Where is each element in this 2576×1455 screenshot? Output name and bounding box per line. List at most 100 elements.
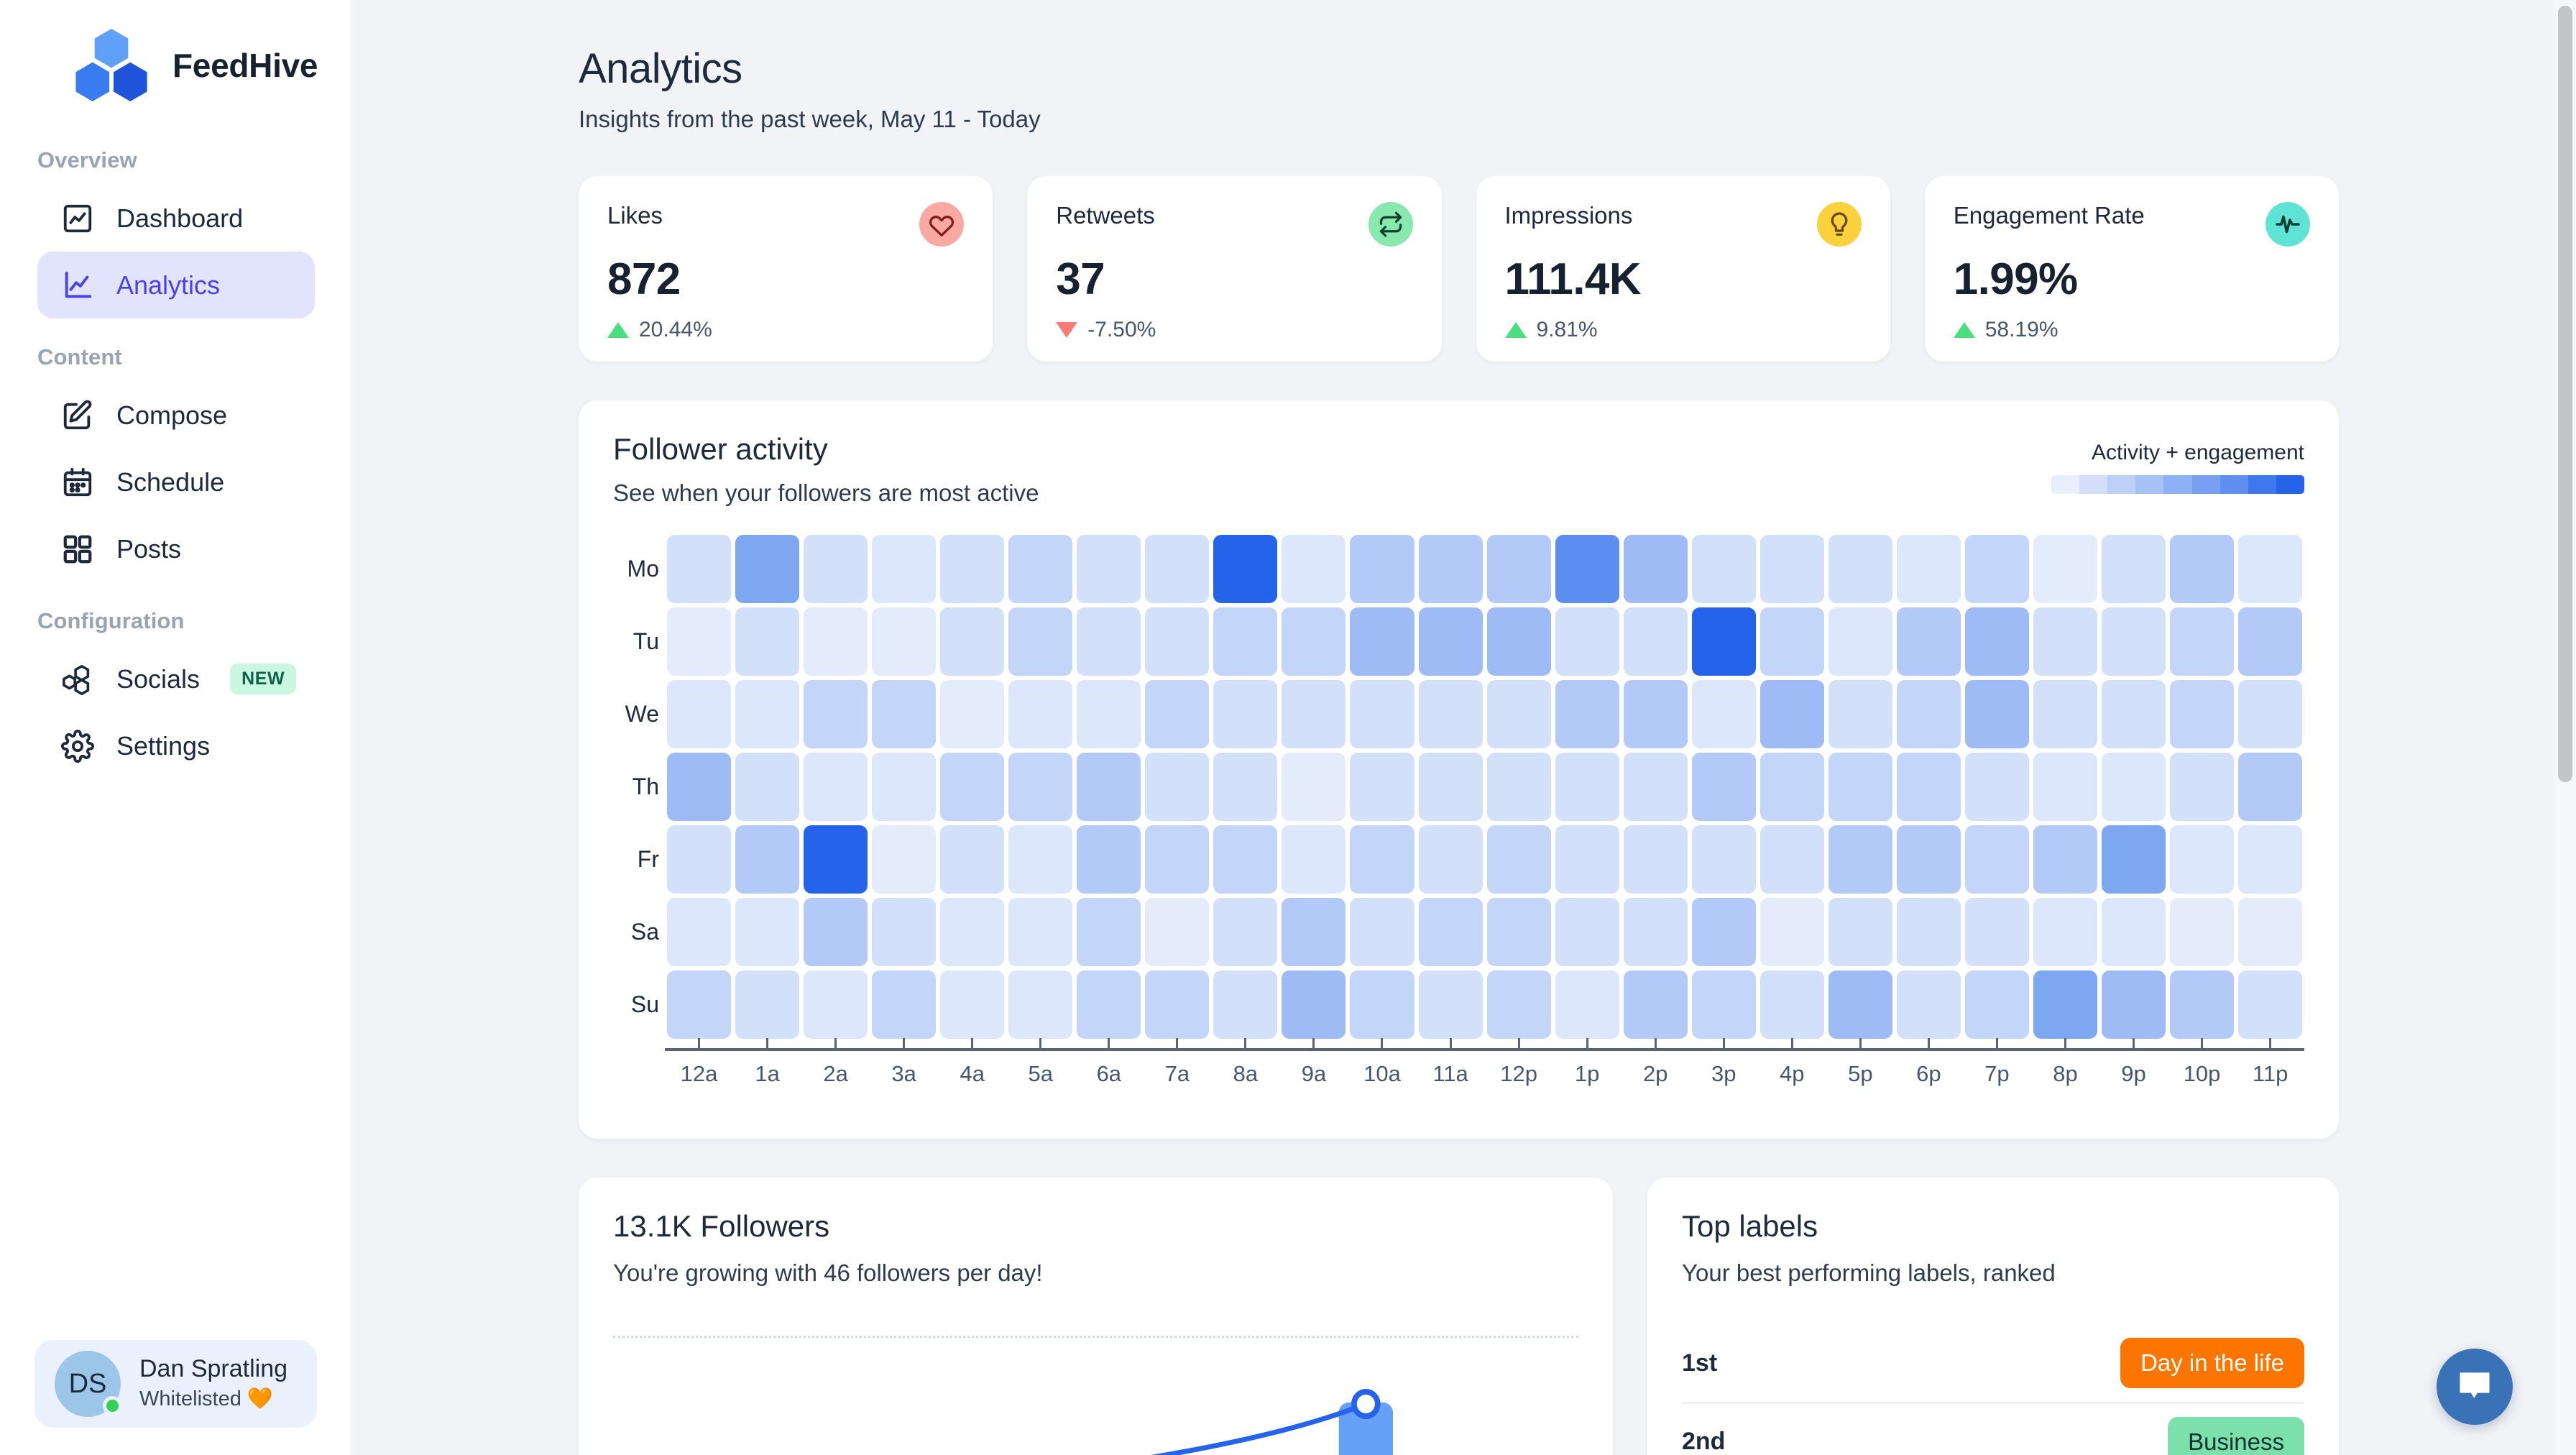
heatmap-cell[interactable] <box>2033 970 2097 1039</box>
heatmap-cell[interactable] <box>940 607 1005 676</box>
heatmap-cell[interactable] <box>1555 825 1619 894</box>
heatmap-cell[interactable] <box>1828 607 1892 676</box>
sidebar-item-analytics[interactable]: Analytics <box>37 252 315 318</box>
heatmap-cell[interactable] <box>940 825 1005 894</box>
heatmap-cell[interactable] <box>1418 825 1483 894</box>
heatmap-cell[interactable] <box>667 680 732 748</box>
heatmap-cell[interactable] <box>2101 680 2166 748</box>
heatmap-cell[interactable] <box>804 607 868 676</box>
heatmap-cell[interactable] <box>1077 607 1141 676</box>
heatmap-cell[interactable] <box>940 970 1005 1039</box>
heatmap-cell[interactable] <box>1486 825 1551 894</box>
heatmap-cell[interactable] <box>1350 970 1414 1039</box>
heatmap-cell[interactable] <box>1555 970 1619 1039</box>
heatmap-cell[interactable] <box>1213 825 1278 894</box>
heatmap-cell[interactable] <box>872 535 937 603</box>
heatmap-cell[interactable] <box>940 535 1005 603</box>
heatmap-cell[interactable] <box>804 970 868 1039</box>
heatmap-cell[interactable] <box>1008 535 1073 603</box>
heatmap-cell[interactable] <box>872 753 937 821</box>
heatmap-cell[interactable] <box>2170 825 2235 894</box>
heatmap-cell[interactable] <box>667 825 732 894</box>
heatmap-cell[interactable] <box>1691 970 1756 1039</box>
table-row[interactable]: 2nd Business <box>1682 1402 2304 1455</box>
heatmap-cell[interactable] <box>872 970 937 1039</box>
heatmap-cell[interactable] <box>1213 607 1278 676</box>
heatmap-cell[interactable] <box>2101 825 2166 894</box>
heatmap-cell[interactable] <box>1077 898 1141 966</box>
heatmap-cell[interactable] <box>1213 753 1278 821</box>
heatmap-cell[interactable] <box>1828 970 1892 1039</box>
heatmap-cell[interactable] <box>735 825 800 894</box>
heatmap-cell[interactable] <box>2033 680 2097 748</box>
scrollbar[interactable] <box>2554 0 2576 1455</box>
heatmap-cell[interactable] <box>667 970 732 1039</box>
heatmap-cell[interactable] <box>735 753 800 821</box>
heatmap-cell[interactable] <box>735 535 800 603</box>
sidebar-item-dashboard[interactable]: Dashboard <box>37 185 315 252</box>
user-profile-card[interactable]: DS Dan Spratling Whitelisted 🧡 <box>34 1340 317 1428</box>
heatmap-cell[interactable] <box>1077 970 1141 1039</box>
heatmap-cell[interactable] <box>940 680 1005 748</box>
heatmap-cell[interactable] <box>2170 535 2235 603</box>
heatmap-cell[interactable] <box>2101 607 2166 676</box>
heatmap-cell[interactable] <box>1486 607 1551 676</box>
heatmap-cell[interactable] <box>1077 825 1141 894</box>
heatmap-cell[interactable] <box>2033 898 2097 966</box>
heatmap-cell[interactable] <box>1691 607 1756 676</box>
heatmap-cell[interactable] <box>1623 825 1688 894</box>
heatmap-cell[interactable] <box>2238 970 2303 1039</box>
heatmap-cell[interactable] <box>2238 535 2303 603</box>
heatmap-cell[interactable] <box>1691 535 1756 603</box>
heatmap-cell[interactable] <box>1145 753 1210 821</box>
heatmap-cell[interactable] <box>1896 970 1961 1039</box>
heatmap-cell[interactable] <box>2033 825 2097 894</box>
scrollbar-thumb[interactable] <box>2558 6 2572 782</box>
heatmap-cell[interactable] <box>1486 535 1551 603</box>
heatmap-cell[interactable] <box>2238 825 2303 894</box>
heatmap-cell[interactable] <box>1282 680 1346 748</box>
heatmap-cell[interactable] <box>2238 607 2303 676</box>
heatmap-cell[interactable] <box>1213 680 1278 748</box>
heatmap-cell[interactable] <box>735 607 800 676</box>
heatmap-cell[interactable] <box>1486 753 1551 821</box>
heatmap-cell[interactable] <box>1145 970 1210 1039</box>
heatmap-cell[interactable] <box>1418 607 1483 676</box>
heatmap-cell[interactable] <box>667 607 732 676</box>
heatmap-cell[interactable] <box>1282 535 1346 603</box>
heatmap-cell[interactable] <box>1145 825 1210 894</box>
heatmap-cell[interactable] <box>1418 970 1483 1039</box>
heatmap-cell[interactable] <box>1760 825 1824 894</box>
heatmap-cell[interactable] <box>1282 607 1346 676</box>
stat-card-engagement-rate[interactable]: Engagement Rate 1.99% 58.19% <box>1924 176 2339 362</box>
heatmap-cell[interactable] <box>1691 680 1756 748</box>
heatmap-cell[interactable] <box>2033 607 2097 676</box>
heatmap-cell[interactable] <box>2170 680 2235 748</box>
heatmap-cell[interactable] <box>1691 753 1756 821</box>
heatmap-cell[interactable] <box>1896 753 1961 821</box>
heatmap-cell[interactable] <box>872 898 937 966</box>
heatmap-cell[interactable] <box>2101 898 2166 966</box>
heatmap-cell[interactable] <box>1760 898 1824 966</box>
heatmap-cell[interactable] <box>1350 753 1414 821</box>
heatmap-cell[interactable] <box>2238 753 2303 821</box>
heatmap-cell[interactable] <box>1828 680 1892 748</box>
heatmap-cell[interactable] <box>1008 753 1073 821</box>
heatmap-cell[interactable] <box>1555 753 1619 821</box>
heatmap-cell[interactable] <box>2170 898 2235 966</box>
heatmap-cell[interactable] <box>1350 898 1414 966</box>
heatmap-cell[interactable] <box>1145 680 1210 748</box>
heatmap-cell[interactable] <box>1896 825 1961 894</box>
heatmap-cell[interactable] <box>1760 753 1824 821</box>
heatmap-cell[interactable] <box>1760 680 1824 748</box>
heatmap-cell[interactable] <box>1418 898 1483 966</box>
heatmap-cell[interactable] <box>2170 970 2235 1039</box>
heatmap-cell[interactable] <box>1418 753 1483 821</box>
heatmap-cell[interactable] <box>1145 898 1210 966</box>
heatmap-cell[interactable] <box>1008 825 1073 894</box>
heatmap-cell[interactable] <box>940 753 1005 821</box>
heatmap-cell[interactable] <box>1964 825 2029 894</box>
heatmap-cell[interactable] <box>1964 898 2029 966</box>
heatmap-cell[interactable] <box>804 680 868 748</box>
heatmap-cell[interactable] <box>872 680 937 748</box>
